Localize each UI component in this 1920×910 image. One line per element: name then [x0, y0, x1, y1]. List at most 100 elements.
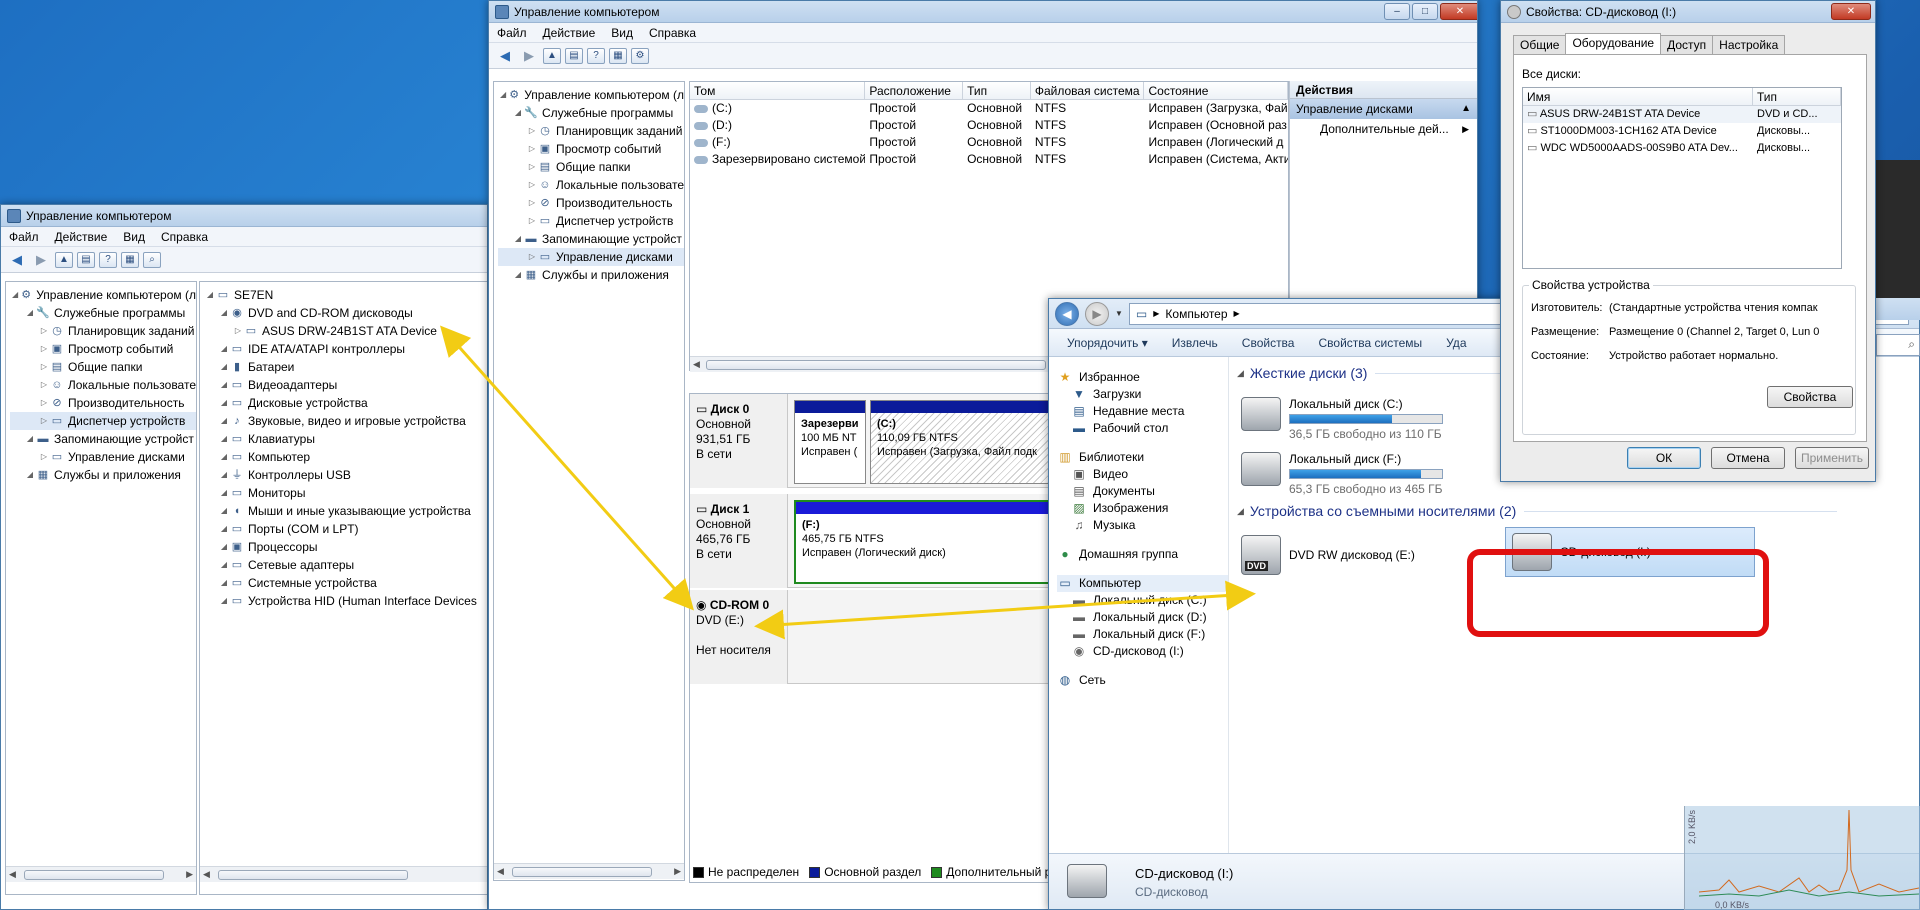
nav-item[interactable]: ▤ Недавние места	[1057, 403, 1228, 420]
show-hide-tree-icon[interactable]: ▤	[77, 251, 95, 268]
tree-node[interactable]: ◢ ▭ Клавиатуры	[204, 430, 487, 448]
menu-view[interactable]: Вид	[123, 230, 145, 244]
nav-item[interactable]: ● Домашняя группа	[1057, 546, 1228, 563]
scroll-thumb[interactable]	[512, 867, 652, 877]
expand-toggle-icon[interactable]: ◢	[218, 592, 230, 610]
cdrom-0-info[interactable]: ◉ CD-ROM 0 DVD (E:) Нет носителя	[696, 598, 771, 658]
expand-toggle-icon[interactable]: ◢	[218, 574, 230, 592]
nav-item[interactable]: ▥ Библиотеки	[1057, 449, 1228, 466]
tree-node[interactable]: ▷ ▣ Просмотр событий	[498, 140, 684, 158]
tree-node[interactable]: ◢ ⚙ Управление компьютером (л	[498, 86, 684, 104]
scroll-right-icon[interactable]: ▶	[674, 866, 681, 877]
help-icon[interactable]: ?	[587, 47, 605, 64]
disk-0-info[interactable]: ▭ Диск 0 Основной 931,51 ГБ В сети	[696, 402, 751, 462]
column-status[interactable]: Состояние	[1144, 82, 1288, 99]
expand-toggle-icon[interactable]: ▷	[38, 412, 50, 430]
tree-node[interactable]: ◢ ♪ Звуковые, видео и игровые устройства	[204, 412, 487, 430]
nav-item[interactable]: ◉ CD-дисковод (I:)	[1057, 643, 1228, 660]
tree-node[interactable]: ▷ ▭ Управление дисками	[10, 448, 196, 466]
help-icon[interactable]: ?	[99, 251, 117, 268]
tree-node[interactable]: ▷ ▭ Диспетчер устройств	[498, 212, 684, 230]
expand-toggle-icon[interactable]: ◢	[218, 340, 230, 358]
expand-toggle-icon[interactable]: ▷	[526, 212, 538, 230]
window-titlebar[interactable]: Управление компьютером	[1, 205, 487, 227]
expand-toggle-icon[interactable]: ◢	[218, 412, 230, 430]
search-icon[interactable]: ⌕	[1908, 337, 1915, 352]
column-type[interactable]: Тип	[1753, 88, 1841, 105]
disk-list-row[interactable]: ▭ ASUS DRW-24B1ST ATA Device DVD и CD...	[1523, 106, 1841, 123]
uninstall-button[interactable]: Уда	[1446, 336, 1466, 350]
tree-node[interactable]: ▷ ☺ Локальные пользовате	[498, 176, 684, 194]
expand-toggle-icon[interactable]: ◢	[24, 430, 36, 448]
tree-node[interactable]: ◢ ◖ Мыши и иные указывающие устройства	[204, 502, 487, 520]
expand-toggle-icon[interactable]: ◢	[24, 304, 36, 322]
expand-toggle-icon[interactable]: ◢	[218, 556, 230, 574]
tree-node[interactable]: ◢ ▭ Сетевые адаптеры	[204, 556, 487, 574]
expand-toggle-icon[interactable]: ◢	[512, 104, 524, 122]
expand-toggle-icon[interactable]: ▷	[526, 248, 538, 266]
disk-1-info[interactable]: ▭ Диск 1 Основной 465,76 ГБ В сети	[696, 502, 751, 562]
expand-toggle-icon[interactable]: ◢	[24, 466, 36, 484]
tree-node[interactable]: ◢ ▭ Порты (COM и LPT)	[204, 520, 487, 538]
menu-help[interactable]: Справка	[649, 26, 696, 40]
disk-list-row[interactable]: ▭ WDC WD5000AADS-00S9B0 ATA Dev... Дисков…	[1523, 140, 1841, 157]
actions-more[interactable]: Дополнительные дей... ▶	[1290, 119, 1477, 139]
eject-button[interactable]: Извлечь	[1172, 336, 1218, 350]
properties-icon[interactable]: ▦	[609, 47, 627, 64]
expand-toggle-icon[interactable]: ◢	[218, 358, 230, 376]
show-hide-tree-icon[interactable]: ▤	[565, 47, 583, 64]
tree-node[interactable]: ▷ ▭ Управление дисками	[498, 248, 684, 266]
tree-node[interactable]: ◢ ▭ Мониторы	[204, 484, 487, 502]
nav-item[interactable]: ▬ Локальный диск (F:)	[1057, 626, 1228, 643]
column-volume[interactable]: Том	[690, 82, 866, 99]
tree-node[interactable]: ▷ ◷ Планировщик заданий	[10, 322, 196, 340]
expand-toggle-icon[interactable]: ▷	[38, 394, 50, 412]
tree-node[interactable]: ▷ ◷ Планировщик заданий	[498, 122, 684, 140]
collapse-icon[interactable]: ▲	[1461, 99, 1471, 119]
expand-toggle-icon[interactable]: ◢	[218, 304, 230, 322]
tree-node[interactable]: ◢ ▬ Запоминающие устройст	[10, 430, 196, 448]
drive-c[interactable]: Локальный диск (C:) 36,5 ГБ свободно из …	[1241, 397, 1443, 441]
device-properties-button[interactable]: Свойства	[1767, 386, 1853, 408]
nav-item[interactable]: ▤ Документы	[1057, 483, 1228, 500]
minimize-button[interactable]: –	[1384, 3, 1410, 20]
apply-button[interactable]: Применить	[1795, 447, 1869, 469]
ok-button[interactable]: ОК	[1627, 447, 1701, 469]
tab-customize[interactable]: Настройка	[1712, 35, 1786, 56]
tree-node[interactable]: ▷ ▭ Диспетчер устройств	[10, 412, 196, 430]
back-arrow-icon[interactable]: ◀	[495, 47, 515, 65]
expand-toggle-icon[interactable]: ◢	[218, 376, 230, 394]
expand-toggle-icon[interactable]: ◢	[218, 484, 230, 502]
group-collapse-icon[interactable]: ◢	[1237, 506, 1244, 517]
up-folder-icon[interactable]: ▲	[543, 47, 561, 64]
nav-item[interactable]: ▼ Загрузки	[1057, 386, 1228, 403]
console-tree-hscroll[interactable]: ◀ ▶	[494, 863, 684, 879]
window-titlebar[interactable]: Управление компьютером – □ ✕	[489, 1, 1477, 23]
properties-icon[interactable]: ▦	[121, 251, 139, 268]
tab-sharing[interactable]: Доступ	[1660, 35, 1714, 56]
back-button[interactable]: ◀	[1055, 301, 1079, 326]
removable-group-header[interactable]: ◢ Устройства со съемными носителями (2)	[1237, 503, 1837, 519]
forward-arrow-icon[interactable]: ▶	[519, 47, 539, 65]
actions-section-disk-management[interactable]: Управление дисками ▲	[1290, 99, 1477, 119]
organize-button[interactable]: Упорядочить ▾	[1067, 336, 1148, 350]
tree-node[interactable]: ◢ ▬ Запоминающие устройст	[498, 230, 684, 248]
breadcrumb-separator-icon[interactable]: ▶	[1153, 309, 1159, 318]
up-folder-icon[interactable]: ▲	[55, 251, 73, 268]
tree-node[interactable]: ▷ ▭ ASUS DRW-24B1ST ATA Device	[204, 322, 487, 340]
partition-reserved[interactable]: Зарезерви 100 МБ NT Исправен (	[794, 400, 866, 484]
scroll-left-icon[interactable]: ◀	[9, 869, 16, 880]
tree-node[interactable]: ▷ ▣ Просмотр событий	[10, 340, 196, 358]
column-type[interactable]: Тип	[963, 82, 1031, 99]
tree-node[interactable]: ◢ ⚙ Управление компьютером (л	[10, 286, 196, 304]
search-box-fragment[interactable]: ⌕	[1876, 334, 1920, 356]
menu-action[interactable]: Действие	[55, 230, 108, 244]
expand-toggle-icon[interactable]: ▷	[526, 158, 538, 176]
disk-list-row[interactable]: ▭ ST1000DM003-1CH162 ATA Device Дисковы..…	[1523, 123, 1841, 140]
forward-button[interactable]: ▶	[1085, 301, 1109, 326]
expand-toggle-icon[interactable]: ▷	[38, 340, 50, 358]
back-arrow-icon[interactable]: ◀	[7, 251, 27, 269]
close-button[interactable]: ✕	[1831, 3, 1871, 20]
scroll-left-icon[interactable]: ◀	[497, 866, 504, 877]
drive-f[interactable]: Локальный диск (F:) 65,3 ГБ свободно из …	[1241, 452, 1443, 496]
